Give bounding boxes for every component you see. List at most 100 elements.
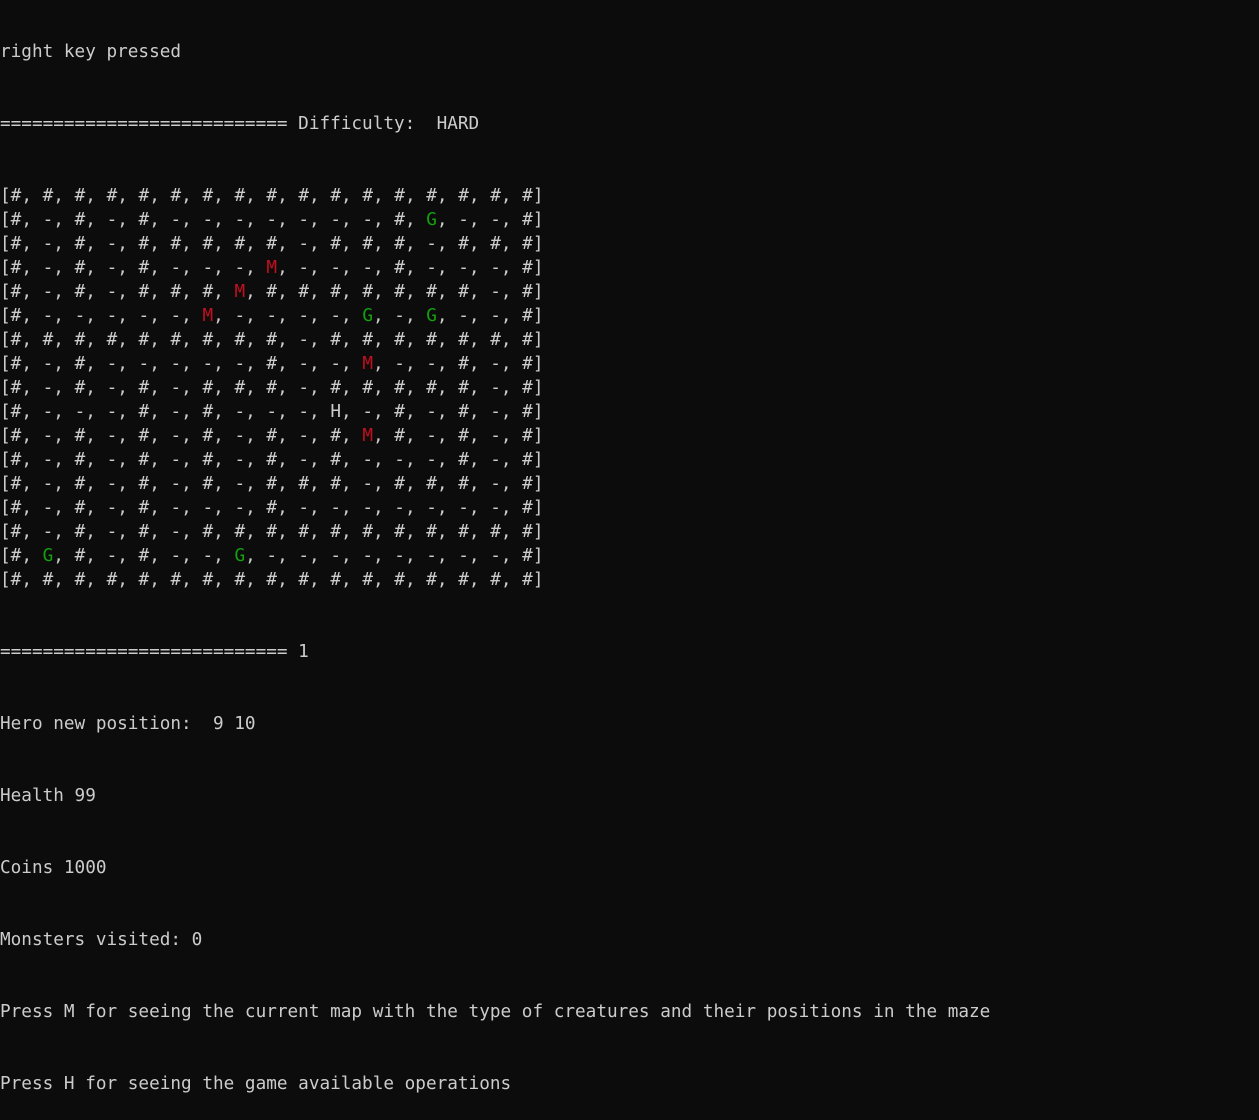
wall-cell: # <box>490 234 501 254</box>
wall-cell: # <box>298 570 310 590</box>
wall-cell: # <box>74 186 86 206</box>
wall-cell: # <box>266 498 278 518</box>
gold-cell: G <box>234 546 246 566</box>
path-cell: - <box>458 258 469 278</box>
wall-cell: # <box>522 378 533 398</box>
wall-cell: # <box>362 570 373 590</box>
wall-cell: # <box>202 330 214 350</box>
wall-cell: # <box>522 186 533 206</box>
path-cell: - <box>170 306 182 326</box>
path-cell: - <box>170 546 182 566</box>
path-cell: - <box>234 258 246 278</box>
wall-cell: # <box>234 186 246 206</box>
path-cell: - <box>106 474 118 494</box>
wall-cell: # <box>106 570 118 590</box>
wall-cell: # <box>74 522 86 542</box>
wall-cell: # <box>170 570 182 590</box>
path-cell: - <box>170 378 182 398</box>
wall-cell: # <box>426 522 437 542</box>
path-cell: - <box>458 498 469 518</box>
path-cell: - <box>202 498 214 518</box>
wall-cell: # <box>170 234 182 254</box>
path-cell: - <box>42 450 54 470</box>
wall-cell: # <box>426 378 437 398</box>
wall-cell: # <box>202 450 214 470</box>
wall-cell: # <box>426 570 437 590</box>
wall-cell: # <box>170 186 182 206</box>
path-cell: - <box>362 258 373 278</box>
path-cell: - <box>298 258 310 278</box>
path-cell: - <box>266 306 278 326</box>
wall-cell: # <box>138 426 150 446</box>
path-cell: - <box>42 498 54 518</box>
path-cell: - <box>426 498 437 518</box>
wall-cell: # <box>522 282 533 302</box>
wall-cell: # <box>42 186 54 206</box>
path-cell: - <box>394 498 405 518</box>
wall-cell: # <box>138 498 150 518</box>
wall-cell: # <box>74 474 86 494</box>
path-cell: - <box>234 354 246 374</box>
path-cell: - <box>170 498 182 518</box>
maze-row: [#, -, #, -, -, -, -, -, #, -, -, M, -, … <box>0 354 544 374</box>
path-cell: - <box>234 426 246 446</box>
path-cell: - <box>298 354 310 374</box>
path-cell: - <box>234 402 246 422</box>
path-cell: - <box>362 546 373 566</box>
monster-cell: M <box>266 258 278 278</box>
wall-cell: # <box>138 186 150 206</box>
path-cell: - <box>490 354 501 374</box>
path-cell: - <box>426 402 437 422</box>
health-stat: Health 99 <box>0 786 96 806</box>
wall-cell: # <box>10 330 22 350</box>
wall-cell: # <box>394 378 405 398</box>
wall-cell: # <box>330 474 341 494</box>
path-cell: - <box>74 306 86 326</box>
path-cell: - <box>458 306 469 326</box>
path-cell: - <box>106 546 118 566</box>
wall-cell: # <box>426 186 437 206</box>
path-cell: - <box>202 354 214 374</box>
wall-cell: # <box>202 426 214 446</box>
wall-cell: # <box>202 402 214 422</box>
wall-cell: # <box>426 282 437 302</box>
wall-cell: # <box>10 474 22 494</box>
wall-cell: # <box>266 522 278 542</box>
path-cell: - <box>362 450 373 470</box>
wall-cell: # <box>202 234 214 254</box>
wall-cell: # <box>202 570 214 590</box>
path-cell: - <box>490 546 501 566</box>
wall-cell: # <box>394 426 405 446</box>
path-cell: - <box>138 306 150 326</box>
path-cell: - <box>170 426 182 446</box>
path-cell: - <box>490 474 501 494</box>
path-cell: - <box>490 306 501 326</box>
wall-cell: # <box>138 282 150 302</box>
wall-cell: # <box>394 402 405 422</box>
maze-grid: [#, #, #, #, #, #, #, #, #, #, #, #, #, … <box>0 184 1259 592</box>
wall-cell: # <box>10 570 22 590</box>
path-cell: - <box>202 210 214 230</box>
path-cell: - <box>138 354 150 374</box>
wall-cell: # <box>234 522 246 542</box>
wall-cell: # <box>426 474 437 494</box>
wall-cell: # <box>234 234 246 254</box>
gold-cell: G <box>42 546 54 566</box>
path-cell: - <box>458 546 469 566</box>
path-cell: - <box>234 306 246 326</box>
wall-cell: # <box>490 330 501 350</box>
path-cell: - <box>234 474 246 494</box>
path-cell: - <box>106 378 118 398</box>
wall-cell: # <box>330 570 341 590</box>
path-cell: - <box>330 498 341 518</box>
wall-cell: # <box>330 378 341 398</box>
path-cell: - <box>426 450 437 470</box>
path-cell: - <box>106 282 118 302</box>
path-cell: - <box>330 258 341 278</box>
wall-cell: # <box>10 186 22 206</box>
wall-cell: # <box>490 186 501 206</box>
path-cell: - <box>106 498 118 518</box>
path-cell: - <box>298 426 310 446</box>
maze-row: [#, -, -, -, #, -, #, -, -, -, H, -, #, … <box>0 402 544 422</box>
path-cell: - <box>42 402 54 422</box>
